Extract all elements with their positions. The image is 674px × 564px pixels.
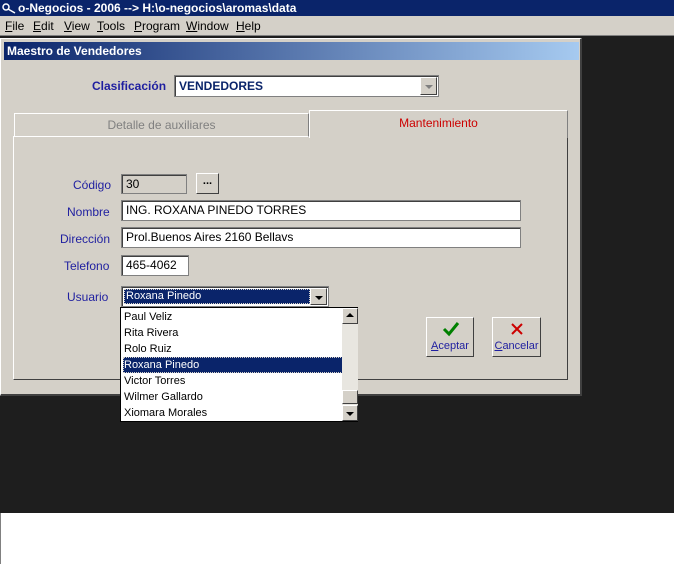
menu-program[interactable]: Program	[134, 19, 180, 33]
list-item[interactable]: Paul Veliz	[123, 309, 343, 325]
scroll-up-button[interactable]	[342, 308, 358, 324]
menu-window[interactable]: Window	[186, 19, 229, 33]
nombre-label: Nombre	[67, 205, 110, 219]
aceptar-label: Aceptar	[431, 340, 469, 352]
chevron-up-icon	[346, 313, 354, 317]
clasificacion-value: VENDEDORES	[179, 79, 264, 93]
menu-view[interactable]: View	[64, 19, 90, 33]
list-item[interactable]: Xiomara Morales	[123, 405, 343, 421]
direccion-label: Dirección	[60, 232, 111, 246]
checkmark-icon	[442, 322, 460, 337]
aceptar-button[interactable]: Aceptar	[426, 317, 474, 357]
cancelar-button[interactable]: Cancelar	[492, 317, 541, 357]
x-icon	[511, 323, 523, 335]
window-titlebar[interactable]: Maestro de Vendedores	[4, 42, 579, 60]
menu-help[interactable]: Help	[236, 19, 261, 33]
clasificacion-label: Clasificación	[92, 79, 167, 93]
usuario-dropdown-button[interactable]	[310, 288, 327, 305]
codigo-label: Código	[73, 178, 112, 192]
tab-detalle-auxiliares[interactable]: Detalle de auxiliares	[14, 113, 309, 137]
tab-mantenimiento[interactable]: Mantenimiento	[309, 110, 568, 138]
telefono-label: Telefono	[64, 259, 110, 273]
app-titlebar[interactable]: o-Negocios - 2006 --> H:\o-negocios\arom…	[0, 0, 674, 16]
chevron-down-icon	[424, 85, 433, 89]
usuario-select[interactable]: Roxana Pinedo	[121, 286, 329, 307]
menu-bar: File Edit View Tools Program Window Help	[0, 16, 674, 36]
list-item[interactable]: Rita Rivera	[123, 325, 343, 341]
direccion-field[interactable]: Prol.Buenos Aires 2160 Bellavs	[121, 227, 521, 248]
ellipsis-icon: ...	[202, 175, 213, 187]
codigo-lookup-button[interactable]: ...	[196, 173, 219, 194]
list-scrollbar[interactable]	[342, 308, 358, 421]
telefono-field[interactable]: 465-4062	[121, 255, 189, 276]
clasificacion-select[interactable]: VENDEDORES	[174, 75, 439, 97]
list-item-selected[interactable]: Roxana Pinedo	[123, 357, 343, 373]
list-item[interactable]: Victor Torres	[123, 373, 343, 389]
app-title: o-Negocios - 2006 --> H:\o-negocios\arom…	[18, 1, 297, 15]
usuario-label: Usuario	[67, 290, 109, 304]
clasificacion-dropdown-button[interactable]	[420, 77, 437, 95]
chevron-down-icon	[346, 412, 354, 416]
tab-detalle-label: Detalle de auxiliares	[107, 118, 216, 132]
app-icon	[2, 3, 16, 14]
codigo-field[interactable]: 30	[121, 174, 187, 194]
menu-file[interactable]: File	[5, 19, 24, 33]
chevron-down-icon	[314, 295, 323, 300]
scroll-thumb[interactable]	[342, 390, 358, 404]
menu-tools[interactable]: Tools	[97, 19, 125, 33]
usuario-value: Roxana Pinedo	[124, 289, 310, 304]
nombre-field[interactable]: ING. ROXANA PINEDO TORRES	[121, 200, 521, 221]
window-title: Maestro de Vendedores	[7, 44, 142, 58]
tab-mantenimiento-label: Mantenimiento	[399, 116, 478, 130]
menu-edit[interactable]: Edit	[33, 19, 54, 33]
list-item[interactable]: Wilmer Gallardo	[123, 389, 343, 405]
status-area	[0, 513, 674, 564]
scroll-down-button[interactable]	[342, 405, 358, 421]
usuario-dropdown-list[interactable]: Paul Veliz Rita Rivera Rolo Ruiz Roxana …	[120, 307, 358, 422]
cancelar-label: Cancelar	[494, 340, 539, 352]
list-item[interactable]: Rolo Ruiz	[123, 341, 343, 357]
